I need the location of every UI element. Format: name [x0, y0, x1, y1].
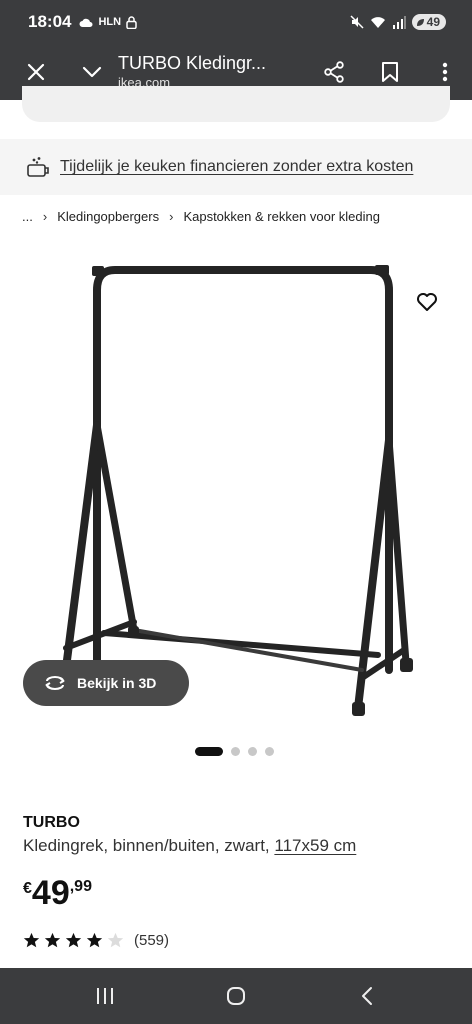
gallery-dot[interactable]: [248, 747, 257, 756]
gallery-dot-active[interactable]: [195, 747, 223, 756]
page-title: TURBO Kledingr...: [118, 53, 267, 74]
price-currency: €: [23, 880, 32, 897]
signal-icon: [392, 15, 406, 29]
view-3d-label: Bekijk in 3D: [77, 675, 157, 691]
battery-level: 49: [426, 15, 440, 29]
product-image[interactable]: [0, 250, 472, 730]
price-integer: 49: [31, 874, 70, 912]
back-icon: [361, 987, 372, 1005]
battery-indicator: 49: [411, 14, 446, 30]
heart-icon: [417, 293, 437, 311]
star-filled-icon: [65, 932, 82, 948]
share-icon: [324, 61, 344, 83]
bookmark-icon: [382, 62, 398, 82]
more-vert-icon: [442, 62, 448, 82]
product-size-link[interactable]: 117x59 cm: [274, 836, 356, 855]
mute-icon: [350, 15, 364, 29]
star-filled-icon: [23, 932, 40, 948]
status-time: 18:04: [28, 12, 72, 31]
chevron-right-icon: ›: [42, 209, 48, 224]
status-notification-icons: HLN: [79, 15, 137, 29]
star-filled-icon: [44, 932, 61, 948]
status-bar: 18:04 HLN 49: [0, 0, 472, 44]
status-system-icons: 49: [350, 14, 446, 30]
rotate-3d-icon: [45, 676, 65, 690]
wifi-icon: [370, 16, 385, 28]
recent-apps-button[interactable]: [75, 968, 135, 1024]
gallery-dot[interactable]: [231, 747, 240, 756]
favorite-button[interactable]: [412, 288, 442, 316]
star-empty-icon: [107, 932, 124, 948]
battery-saver-icon: [416, 18, 424, 26]
rating-stars: [23, 932, 124, 949]
product-price: € 49 ,99: [23, 874, 92, 910]
finance-icon: [27, 157, 49, 177]
price-decimal: ,99: [69, 878, 92, 895]
back-button[interactable]: [337, 968, 397, 1024]
view-3d-button[interactable]: Bekijk in 3D: [23, 660, 189, 706]
finance-link[interactable]: Tijdelijk je keuken financieren zonder e…: [60, 158, 413, 176]
review-count: (559): [134, 932, 170, 949]
star-filled-icon: [86, 932, 103, 948]
lock-icon: [126, 15, 137, 29]
product-rating[interactable]: (559): [23, 932, 169, 949]
breadcrumb-ellipsis[interactable]: ...: [22, 209, 33, 224]
finance-banner[interactable]: Tijdelijk je keuken financieren zonder e…: [0, 139, 472, 195]
chevron-down-icon: [82, 66, 102, 78]
breadcrumb: ... › Kledingopbergers › Kapstokken & re…: [22, 209, 380, 224]
system-nav-bar: [0, 968, 472, 1024]
carrier-label: HLN: [98, 16, 122, 28]
product-description: Kledingrek, binnen/buiten, zwart, 117x59…: [23, 836, 356, 856]
gallery-pagination: [195, 747, 274, 756]
product-description-text: Kledingrek, binnen/buiten, zwart,: [23, 836, 270, 855]
cloud-icon: [79, 18, 93, 27]
product-name: TURBO: [23, 814, 80, 831]
search-field-remnant[interactable]: [22, 86, 450, 122]
home-button[interactable]: [206, 968, 266, 1024]
chevron-right-icon: ›: [169, 209, 174, 224]
breadcrumb-item-kapstokken[interactable]: Kapstokken & rekken voor kleding: [183, 209, 380, 224]
close-icon: [27, 63, 45, 81]
gallery-dot[interactable]: [265, 747, 274, 756]
recent-apps-icon: [97, 988, 114, 1004]
breadcrumb-item-kledingopbergers[interactable]: Kledingopbergers: [57, 209, 159, 224]
home-icon: [226, 987, 245, 1005]
